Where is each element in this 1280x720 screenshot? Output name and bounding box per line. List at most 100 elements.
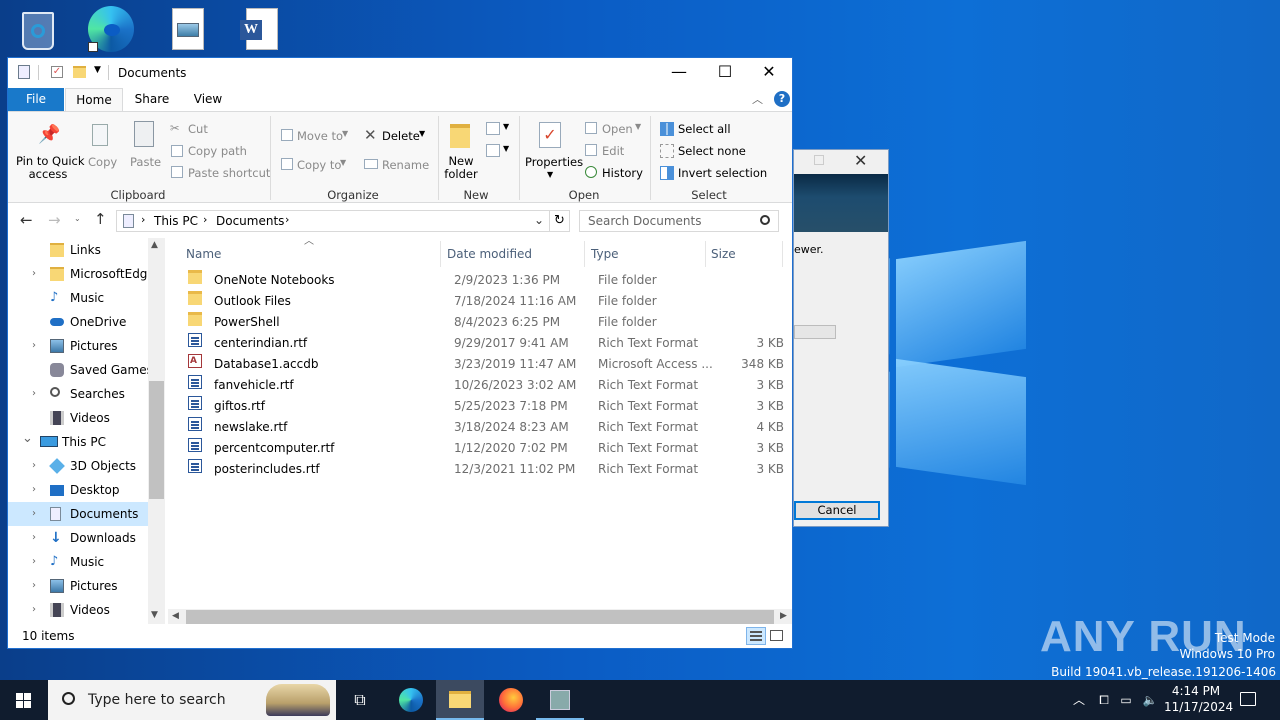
easy-access-icon[interactable] <box>486 144 500 157</box>
table-row[interactable]: Outlook Files 7/18/2024 11:16 AM File fold… <box>182 291 790 312</box>
notifications-icon[interactable] <box>1240 692 1256 706</box>
customize-qat-icon[interactable]: ▼ <box>94 65 101 75</box>
clock[interactable]: 4:14 PM 11/17/2024 <box>1164 683 1233 715</box>
nav-item-desktop[interactable]: › Desktop <box>8 478 148 502</box>
nav-item-pictures[interactable]: › Pictures <box>8 574 148 598</box>
nav-chevron-icon[interactable]: › <box>32 454 36 478</box>
network-adapter-icon[interactable]: ⧠ <box>1094 680 1114 720</box>
nav-chevron-icon[interactable]: › <box>32 598 36 622</box>
column-sep[interactable] <box>705 241 706 267</box>
column-header-name[interactable]: Name <box>186 241 221 267</box>
help-icon[interactable]: ? <box>774 91 790 107</box>
close-button[interactable]: ✕ <box>746 58 792 88</box>
table-row[interactable]: giftos.rtf 5/25/2023 7:18 PM Rich Text For… <box>182 396 790 417</box>
checkbox-quick-icon[interactable]: ✓ <box>51 66 63 78</box>
nav-item-documents[interactable]: › Documents <box>8 502 148 526</box>
edit-button[interactable]: Edit <box>602 144 624 158</box>
tab-share[interactable]: Share <box>126 88 178 111</box>
nav-chevron-icon[interactable]: ⌄ <box>22 427 33 451</box>
nav-item-pictures[interactable]: › Pictures <box>8 334 148 358</box>
pin-to-quick-access-button[interactable]: Pin to Quick access <box>16 155 85 181</box>
minimize-button[interactable]: — <box>656 58 702 88</box>
table-row[interactable]: PowerShell 8/4/2023 6:25 PM File folder <box>182 312 790 333</box>
move-to-button[interactable]: Move to <box>297 129 343 143</box>
network-icon[interactable]: ▭ <box>1116 680 1136 720</box>
table-row[interactable]: Database1.accdb 3/23/2019 11:47 AM Microso… <box>182 351 790 375</box>
nav-chevron-icon[interactable]: › <box>32 382 36 406</box>
file-explorer-taskbar-icon[interactable] <box>436 680 484 720</box>
properties-button[interactable]: Properties <box>525 155 583 169</box>
copy-to-button[interactable]: Copy to <box>297 158 341 172</box>
nav-item-downloads[interactable]: › ↓ Downloads <box>8 526 148 550</box>
cancel-button[interactable]: Cancel <box>794 501 880 520</box>
table-row[interactable]: posterincludes.rtf 12/3/2021 11:02 PM Rich… <box>182 459 790 480</box>
forward-button[interactable]: → <box>48 211 61 229</box>
table-row[interactable]: fanvehicle.rtf 10/26/2023 3:02 AM Rich Tex… <box>182 375 790 396</box>
nav-scrollbar[interactable]: ▲ ▼ <box>148 238 165 624</box>
word-doc-icon[interactable]: W <box>236 6 284 54</box>
scroll-thumb[interactable] <box>149 381 164 499</box>
tab-view[interactable]: View <box>182 88 234 111</box>
folder-quick-icon[interactable] <box>73 66 86 78</box>
installer-taskbar-icon[interactable] <box>536 680 584 720</box>
column-sep[interactable] <box>782 241 783 267</box>
nav-chevron-icon[interactable]: › <box>32 550 36 574</box>
paste-shortcut-button[interactable]: Paste shortcut <box>188 166 270 180</box>
maximize-button[interactable]: ☐ <box>702 58 748 88</box>
firefox-taskbar-icon[interactable] <box>486 680 534 720</box>
task-view-icon[interactable]: ⧉ <box>336 680 384 720</box>
select-none-button[interactable]: Select none <box>678 144 746 158</box>
nav-item-music[interactable]: › ♪ Music <box>8 550 148 574</box>
breadcrumb-documents[interactable]: Documents <box>216 214 284 228</box>
copy-button[interactable]: Copy <box>88 155 117 169</box>
history-button[interactable]: History <box>602 166 643 180</box>
scroll-up-icon[interactable]: ▲ <box>151 240 158 250</box>
nav-chevron-icon[interactable]: › <box>32 574 36 598</box>
column-header-type[interactable]: Type <box>591 241 619 267</box>
nav-item-saved-games[interactable]: Saved Games <box>8 358 153 382</box>
nav-item-3d-objects[interactable]: › 3D Objects <box>8 454 148 478</box>
column-header-size[interactable]: Size <box>711 241 736 267</box>
nav-item-onedrive[interactable]: OneDrive <box>8 310 148 334</box>
nav-item-microsoftedge[interactable]: › MicrosoftEdge <box>8 262 155 286</box>
breadcrumb-this-pc[interactable]: This PC <box>154 214 198 228</box>
search-box[interactable]: Search Documents <box>579 210 779 232</box>
nav-item-this-pc[interactable]: ⌄ This PC <box>8 430 148 454</box>
nav-item-searches[interactable]: › Searches <box>8 382 148 406</box>
recent-locations-icon[interactable]: ⌄ <box>74 214 81 223</box>
address-box[interactable]: › This PC › Documents › ⌄ <box>116 210 550 232</box>
scroll-right-icon[interactable]: ▶ <box>780 611 787 621</box>
table-row[interactable]: centerindian.rtf 9/29/2017 9:41 AM Rich Te… <box>182 333 790 354</box>
recycle-bin-icon[interactable] <box>14 6 62 54</box>
table-row[interactable]: percentcomputer.rtf 1/12/2020 7:02 PM Rich… <box>182 438 790 459</box>
image-file-icon[interactable] <box>166 6 214 54</box>
tab-home[interactable]: Home <box>65 88 123 111</box>
nav-chevron-icon[interactable]: › <box>32 478 36 502</box>
up-button[interactable]: ↑ <box>94 210 107 228</box>
nav-item-videos[interactable]: › Videos <box>8 598 148 622</box>
nav-chevron-icon[interactable]: › <box>32 262 36 286</box>
new-folder-button[interactable]: New folder <box>442 155 480 181</box>
nav-chevron-icon[interactable]: › <box>32 526 36 550</box>
new-item-icon[interactable] <box>486 122 500 135</box>
back-button[interactable]: ← <box>20 211 33 229</box>
show-hidden-icons[interactable]: ︿ <box>1070 680 1088 720</box>
taskbar-search-box[interactable]: Type here to search <box>48 680 336 720</box>
nav-item-links[interactable]: Links <box>8 238 148 262</box>
nav-chevron-icon[interactable]: › <box>32 334 36 358</box>
tab-file[interactable]: File <box>8 88 64 111</box>
dialog-close-button[interactable]: ✕ <box>854 151 867 170</box>
invert-selection-button[interactable]: Invert selection <box>678 166 767 180</box>
ribbon-collapse-icon[interactable]: ︿ <box>752 91 763 107</box>
column-sep[interactable] <box>584 241 585 267</box>
edge-taskbar-icon[interactable] <box>386 680 434 720</box>
column-sep[interactable] <box>440 241 441 267</box>
paste-button[interactable]: Paste <box>130 155 161 169</box>
refresh-button[interactable]: ↻ <box>550 210 570 232</box>
cut-button[interactable]: Cut <box>188 122 208 136</box>
properties-quick-icon[interactable] <box>18 65 30 79</box>
nav-chevron-icon[interactable]: › <box>32 502 36 526</box>
address-dropdown-icon[interactable]: ⌄ <box>534 213 544 227</box>
select-all-button[interactable]: Select all <box>678 122 731 136</box>
edge-icon[interactable] <box>86 6 134 54</box>
